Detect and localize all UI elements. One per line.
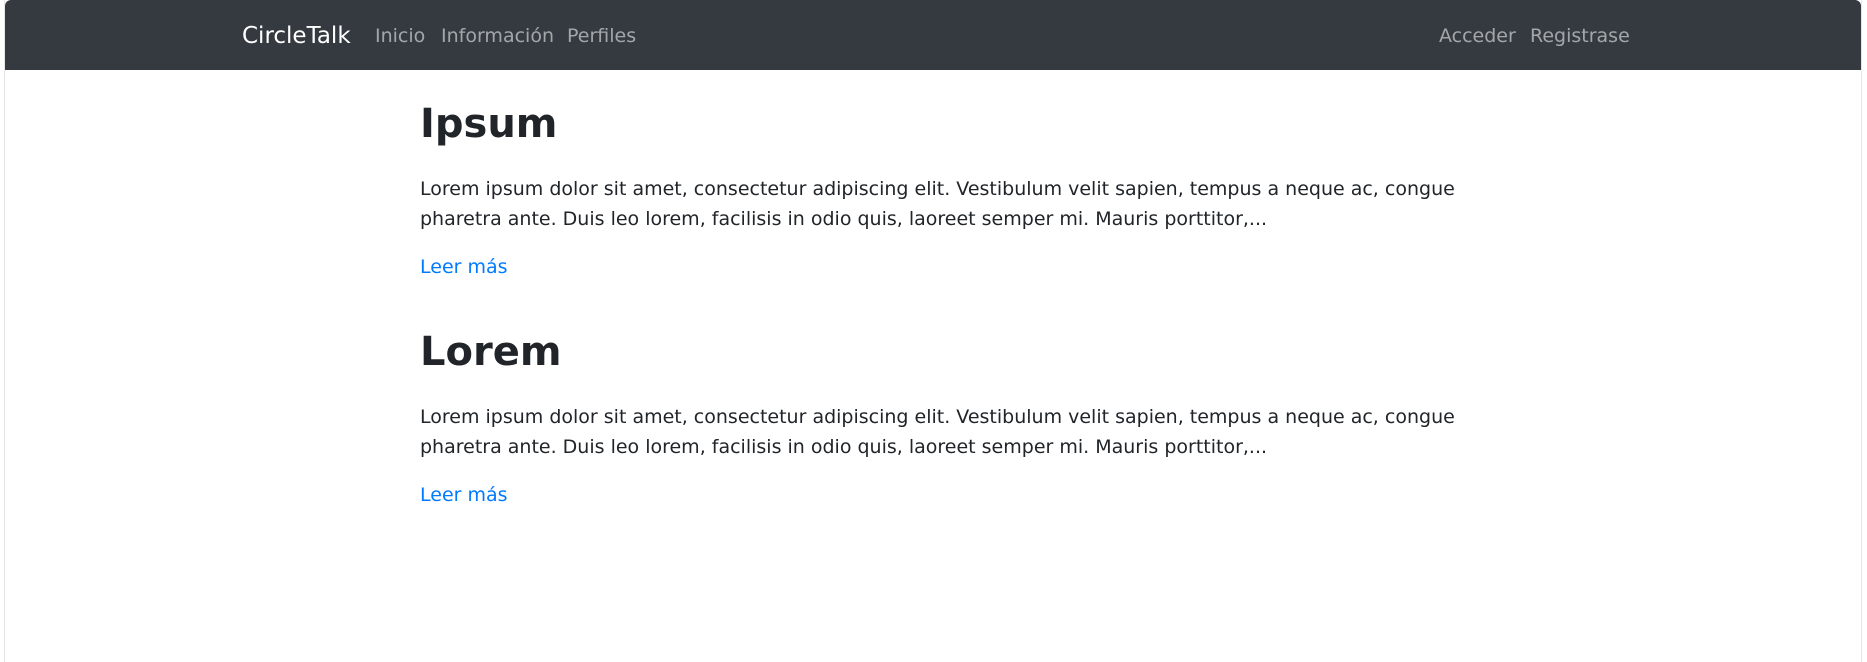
page-frame: CircleTalk Inicio Información Perfiles A… <box>4 0 1862 662</box>
post-title: Ipsum <box>420 101 558 147</box>
post-item: Ipsum Lorem ipsum dolor sit amet, consec… <box>420 100 1480 280</box>
nav-link-inicio[interactable]: Inicio <box>375 0 425 70</box>
nav-link-informacion[interactable]: Información <box>441 0 554 70</box>
post-item: Lorem Lorem ipsum dolor sit amet, consec… <box>420 328 1480 508</box>
navbar: CircleTalk Inicio Información Perfiles A… <box>5 0 1861 70</box>
posts-list: Ipsum Lorem ipsum dolor sit amet, consec… <box>420 100 1480 556</box>
post-title: Lorem <box>420 329 562 375</box>
post-excerpt: Lorem ipsum dolor sit amet, consectetur … <box>420 178 1455 230</box>
nav-link-registrase[interactable]: Registrase <box>1530 0 1630 70</box>
nav-link-acceder[interactable]: Acceder <box>1439 0 1516 70</box>
read-more-link[interactable]: Leer más <box>420 254 508 280</box>
nav-link-perfiles[interactable]: Perfiles <box>567 0 636 70</box>
brand-link[interactable]: CircleTalk <box>242 0 351 70</box>
post-excerpt: Lorem ipsum dolor sit amet, consectetur … <box>420 406 1455 458</box>
read-more-link[interactable]: Leer más <box>420 482 508 508</box>
